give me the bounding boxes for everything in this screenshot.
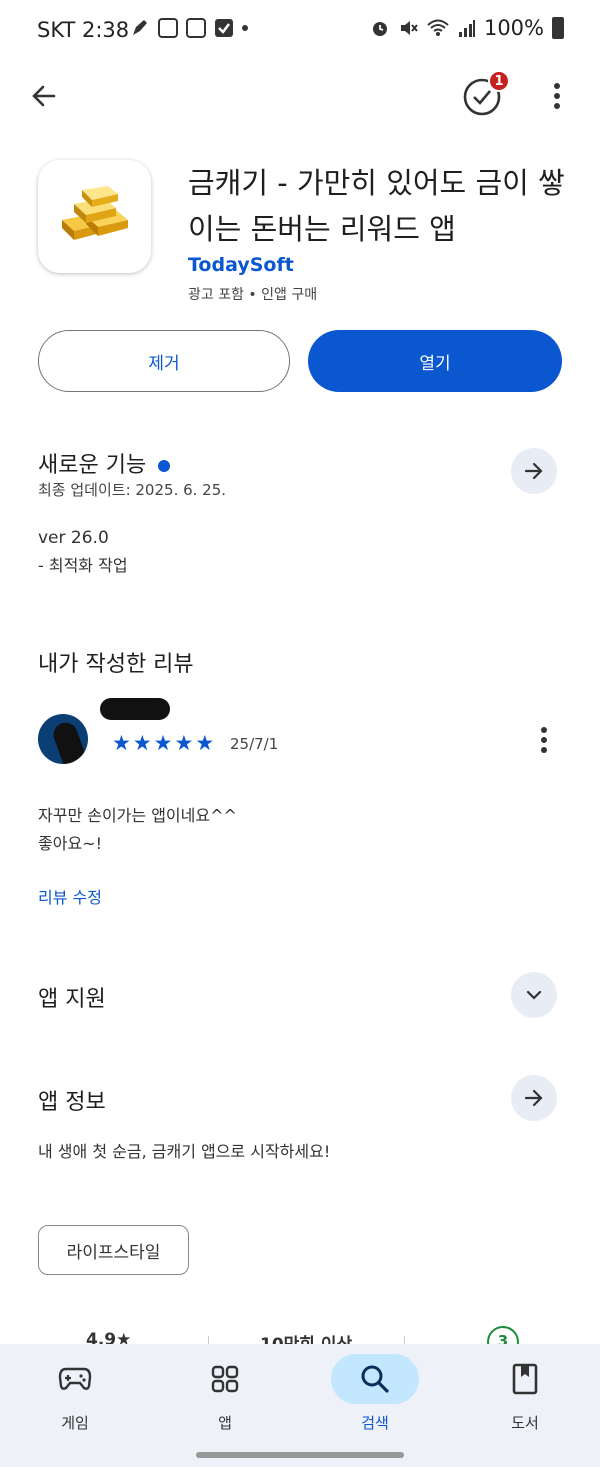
nav-games-icon-wrap bbox=[31, 1354, 119, 1404]
status-time: SKT 2:38 bbox=[37, 18, 129, 42]
gold-bars-icon bbox=[61, 185, 128, 240]
last-updated: 최종 업데이트: 2025. 6. 25. bbox=[38, 481, 227, 499]
nav-games-label: 게임 bbox=[61, 1414, 89, 1432]
star-icon: ★ bbox=[153, 731, 173, 755]
arrow-forward-icon bbox=[524, 462, 543, 480]
app-info-arrow-button[interactable] bbox=[511, 1075, 557, 1121]
edit-review-link[interactable]: 리뷰 수정 bbox=[38, 884, 102, 908]
nav-search[interactable]: 검색 bbox=[315, 1354, 435, 1454]
clock-label: 2:38 bbox=[82, 18, 130, 42]
nav-apps-icon-wrap bbox=[181, 1354, 269, 1404]
bottom-navigation: 게임 앱 검색 도서 bbox=[0, 1344, 600, 1467]
developer-link[interactable]: TodaySoft bbox=[188, 254, 294, 276]
battery-percent: 100% bbox=[483, 16, 544, 40]
wifi-icon bbox=[427, 19, 449, 36]
nav-books-icon-wrap bbox=[481, 1354, 569, 1404]
notification-icons bbox=[130, 18, 248, 38]
checkbox-notification-icon bbox=[215, 19, 233, 37]
uninstall-button[interactable]: 제거 bbox=[38, 330, 290, 392]
gesture-handle[interactable] bbox=[196, 1452, 404, 1458]
arrow-forward-icon bbox=[524, 1089, 543, 1107]
notification-badge: 1 bbox=[488, 70, 510, 92]
more-vert-icon bbox=[554, 83, 560, 109]
app-info-heading: 앱 정보 bbox=[38, 1090, 106, 1115]
search-icon bbox=[361, 1365, 389, 1393]
alarm-icon bbox=[372, 22, 387, 36]
battery-icon bbox=[552, 17, 564, 39]
nav-games[interactable]: 게임 bbox=[15, 1354, 135, 1454]
arrow-back-icon bbox=[32, 85, 56, 107]
gamepad-icon bbox=[58, 1367, 92, 1390]
open-button[interactable]: 열기 bbox=[308, 330, 562, 392]
app-meta: 광고 포함 • 인앱 구매 bbox=[188, 287, 318, 303]
review-text-line2: 좋아요~! bbox=[38, 834, 102, 853]
nav-search-label: 검색 bbox=[361, 1414, 389, 1432]
book-icon bbox=[512, 1363, 538, 1395]
app-support-expand-button[interactable] bbox=[511, 972, 557, 1018]
mute-icon bbox=[400, 21, 418, 35]
review-date: 25/7/1 bbox=[230, 735, 279, 753]
app-title: 금캐기 - 가만히 있어도 금이 쌓이는 돈버는 리워드 앱 bbox=[188, 166, 565, 246]
category-chip[interactable]: 라이프스타일 bbox=[38, 1225, 189, 1275]
name-redaction bbox=[100, 698, 170, 720]
more-vert-icon bbox=[541, 727, 547, 753]
back-button[interactable] bbox=[22, 74, 66, 118]
nav-search-active-pill bbox=[331, 1354, 419, 1404]
system-icons: 100% bbox=[370, 16, 564, 40]
carrier-label: SKT bbox=[37, 18, 76, 42]
chevron-down-icon bbox=[526, 990, 542, 1000]
my-review-heading: 내가 작성한 리뷰 bbox=[38, 652, 194, 677]
app-icon bbox=[38, 160, 151, 273]
c-notification-icon bbox=[186, 18, 206, 38]
more-options-button[interactable] bbox=[540, 74, 574, 118]
avatar bbox=[38, 714, 88, 764]
pen-notification-icon bbox=[133, 20, 147, 35]
whats-new-heading: 새로운 기능 bbox=[38, 447, 171, 479]
whats-new-arrow-button[interactable] bbox=[511, 448, 557, 494]
whats-new-title: 새로운 기능 bbox=[38, 453, 147, 478]
apps-grid-icon bbox=[211, 1365, 239, 1393]
nav-apps-label: 앱 bbox=[218, 1414, 232, 1432]
more-notifications-dot bbox=[242, 25, 248, 31]
rating-stars: ★ ★ ★ ★ ★ bbox=[112, 732, 214, 754]
version-text: ver 26.0 bbox=[38, 528, 109, 548]
signal-icon bbox=[458, 20, 475, 37]
release-notes: - 최적화 작업 bbox=[38, 556, 128, 575]
star-icon: ★ bbox=[174, 731, 194, 755]
star-icon: ★ bbox=[132, 731, 152, 755]
review-text-line1: 자꾸만 손이가는 앱이네요^^ bbox=[38, 806, 237, 825]
star-icon: ★ bbox=[195, 731, 215, 755]
nav-books[interactable]: 도서 bbox=[465, 1354, 585, 1454]
avatar-redaction bbox=[50, 719, 88, 764]
star-icon: ★ bbox=[112, 731, 131, 755]
app-notification-icon bbox=[158, 18, 178, 38]
app-description: 내 생애 첫 순금, 금캐기 앱으로 시작하세요! bbox=[38, 1142, 331, 1161]
new-indicator-dot bbox=[158, 460, 171, 472]
nav-apps[interactable]: 앱 bbox=[165, 1354, 285, 1454]
review-more-button[interactable] bbox=[532, 720, 556, 760]
nav-books-label: 도서 bbox=[511, 1414, 539, 1432]
app-support-heading: 앱 지원 bbox=[38, 987, 106, 1012]
status-bar: SKT 2:38 100% bbox=[0, 0, 600, 62]
